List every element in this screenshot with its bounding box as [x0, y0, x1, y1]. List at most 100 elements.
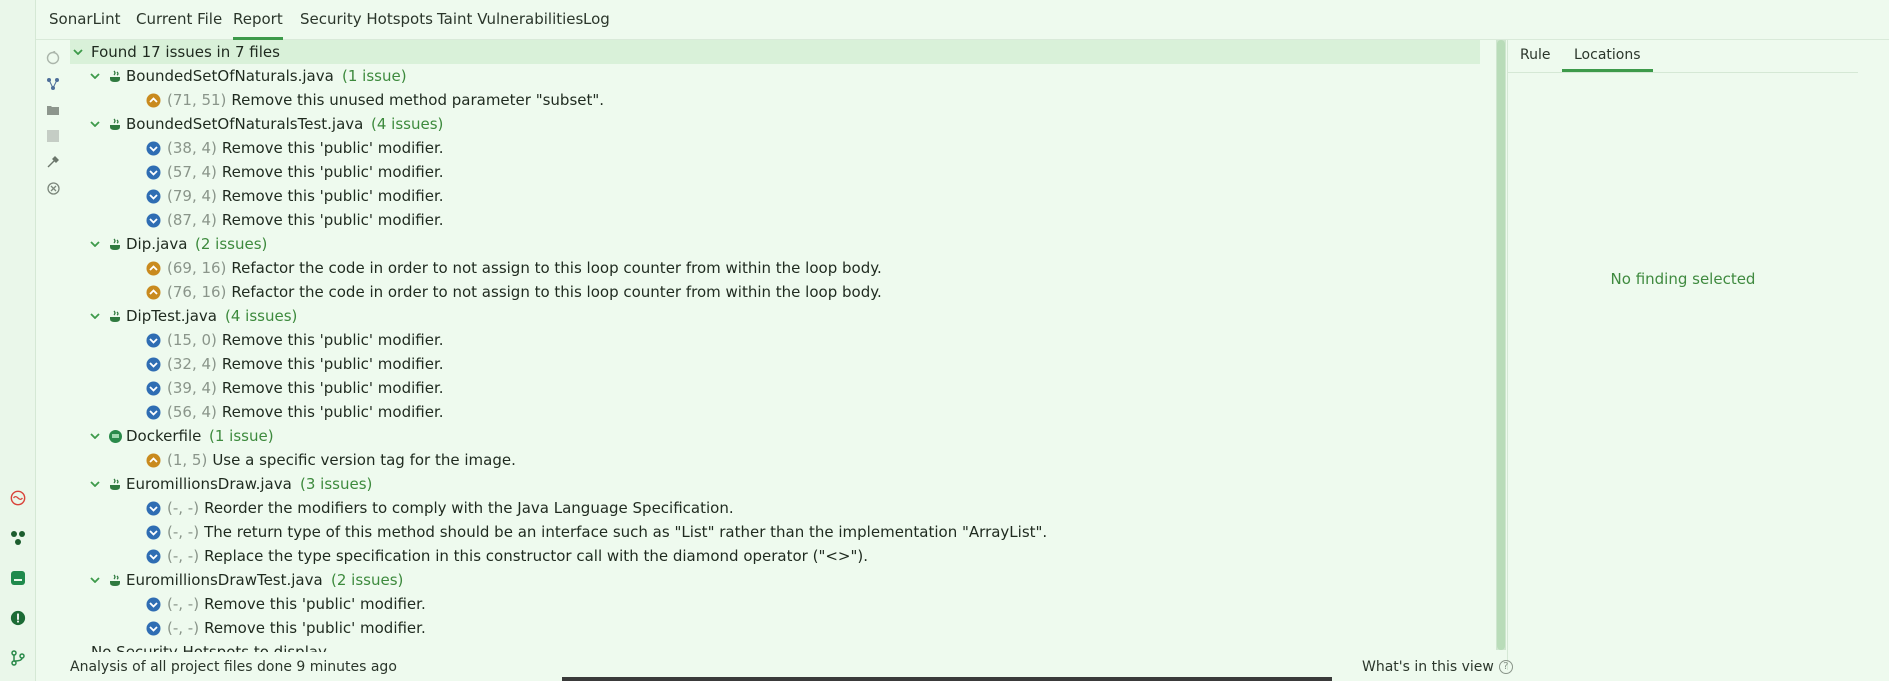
- major-severity-icon: [146, 256, 161, 280]
- vertical-scrollbar-thumb[interactable]: [1497, 40, 1505, 650]
- issue-message: Reorder the modifiers to comply with the…: [204, 499, 734, 517]
- summary-label: Found 17 issues in 7 files: [91, 43, 280, 61]
- tab-log[interactable]: Log: [583, 0, 610, 40]
- tab-current-file[interactable]: Current File: [136, 0, 222, 40]
- issue-message: Replace the type specification in this c…: [204, 547, 869, 565]
- issue-message: Remove this 'public' modifier.: [221, 355, 444, 373]
- minor-severity-icon: [146, 352, 161, 376]
- issue-message: Remove this 'public' modifier.: [204, 619, 426, 637]
- issue-message: Remove this 'public' modifier.: [221, 139, 444, 157]
- whats-in-view-link[interactable]: What's in this view?: [1362, 656, 1513, 678]
- clear-icon[interactable]: [45, 180, 61, 196]
- issue-message: Refactor the code in order to not assign…: [231, 283, 882, 301]
- issue-location: (-, -): [167, 523, 200, 541]
- sonarlint-tool-icon[interactable]: [10, 490, 26, 506]
- chevron-down-icon[interactable]: [89, 568, 101, 592]
- whats-in-view-label[interactable]: What's in this view: [1362, 659, 1494, 675]
- minor-severity-icon: [146, 592, 161, 616]
- minor-severity-icon: [146, 208, 161, 232]
- issue-location: (39, 4): [167, 379, 217, 397]
- tree-root-summary[interactable]: Found 17 issues in 7 files: [70, 40, 1480, 64]
- sonarlint-title: SonarLint: [49, 10, 121, 28]
- report-toolbar: [36, 40, 70, 670]
- minor-severity-icon: [146, 520, 161, 544]
- minor-severity-icon: [146, 496, 161, 520]
- chevron-down-icon[interactable]: [89, 232, 101, 256]
- minor-severity-icon: [146, 184, 161, 208]
- java-icon: [107, 304, 123, 328]
- sonarlint-tool-window: SonarLint Current File Report Security H…: [0, 0, 1889, 681]
- java-icon: [107, 472, 123, 496]
- file-name: Dip.java: [126, 235, 188, 253]
- issue-location: (71, 51): [167, 91, 227, 109]
- issue-location: (32, 4): [167, 355, 217, 373]
- minor-severity-icon: [146, 544, 161, 568]
- issue-message: Remove this 'public' modifier.: [221, 403, 444, 421]
- tab-report[interactable]: Report: [233, 0, 283, 40]
- refresh-icon[interactable]: [45, 50, 61, 66]
- issue-location: (79, 4): [167, 187, 217, 205]
- issue-message: Remove this 'public' modifier.: [221, 187, 444, 205]
- issue-message: Remove this 'public' modifier.: [221, 379, 444, 397]
- left-tool-strip: [0, 0, 36, 681]
- java-icon: [107, 112, 123, 136]
- minor-severity-icon: [146, 160, 161, 184]
- issue-message: The return type of this method should be…: [204, 523, 1048, 541]
- chevron-down-icon[interactable]: [89, 64, 101, 88]
- background-strip: [562, 677, 1332, 681]
- java-icon: [107, 568, 123, 592]
- issue-location: (-, -): [167, 547, 200, 565]
- file-name: BoundedSetOfNaturalsTest.java: [126, 115, 364, 133]
- tab-taint-vulnerabilities[interactable]: Taint Vulnerabilities: [437, 0, 583, 40]
- chevron-down-icon[interactable]: [72, 40, 84, 64]
- issue-message: Use a specific version tag for the image…: [212, 451, 516, 469]
- minor-severity-icon: [146, 400, 161, 424]
- issue-message: Refactor the code in order to not assign…: [231, 259, 882, 277]
- issue-location: (69, 16): [167, 259, 227, 277]
- terminal-icon[interactable]: [10, 570, 26, 586]
- issue-location: (87, 4): [167, 211, 217, 229]
- docker-icon: [107, 424, 123, 448]
- services-icon[interactable]: [10, 530, 26, 546]
- git-icon[interactable]: [10, 650, 26, 666]
- issue-location: (56, 4): [167, 403, 217, 421]
- configure-icon[interactable]: [45, 154, 61, 170]
- tab-locations[interactable]: Locations: [1562, 40, 1653, 72]
- issue-tree: Found 17 issues in 7 files BoundedSetOfN…: [70, 40, 1496, 652]
- issue-location: (-, -): [167, 595, 200, 613]
- issue-message: Remove this unused method parameter "sub…: [231, 91, 605, 109]
- tab-security-hotspots[interactable]: Security Hotspots: [300, 0, 433, 40]
- issue-location: (-, -): [167, 499, 200, 517]
- issue-location: (76, 16): [167, 283, 227, 301]
- tabs-divider: [1508, 72, 1858, 73]
- stop-icon[interactable]: [45, 128, 61, 144]
- tab-rule[interactable]: Rule: [1520, 40, 1550, 72]
- issue-location: (-, -): [167, 619, 200, 637]
- analysis-status: Analysis of all project files done 9 min…: [70, 659, 397, 675]
- minor-severity-icon: [146, 376, 161, 400]
- issue-location: (38, 4): [167, 139, 217, 157]
- file-name: DipTest.java: [126, 307, 217, 325]
- hotspots-empty-text: No Security Hotspots to display: [91, 643, 327, 652]
- major-severity-icon: [146, 448, 161, 472]
- folder-icon[interactable]: [45, 102, 61, 118]
- java-icon: [107, 64, 123, 88]
- chevron-down-icon[interactable]: [89, 424, 101, 448]
- chevron-down-icon[interactable]: [89, 472, 101, 496]
- help-icon[interactable]: ?: [1498, 660, 1513, 674]
- issue-count: (1 issue): [209, 427, 274, 445]
- file-name: EuromillionsDrawTest.java: [126, 571, 323, 589]
- chevron-down-icon[interactable]: [89, 112, 101, 136]
- group-by-icon[interactable]: [45, 76, 61, 92]
- issue-location: (15, 0): [167, 331, 217, 349]
- minor-severity-icon: [146, 136, 161, 160]
- issue-count: (4 issues): [371, 115, 444, 133]
- major-severity-icon: [146, 88, 161, 112]
- issue-location: (1, 5): [167, 451, 208, 469]
- problems-icon[interactable]: [10, 610, 26, 626]
- issue-count: (2 issues): [331, 571, 404, 589]
- issue-message: Remove this 'public' modifier.: [204, 595, 426, 613]
- issue-message: Remove this 'public' modifier.: [221, 331, 444, 349]
- issue-message: Remove this 'public' modifier.: [221, 211, 444, 229]
- chevron-down-icon[interactable]: [89, 304, 101, 328]
